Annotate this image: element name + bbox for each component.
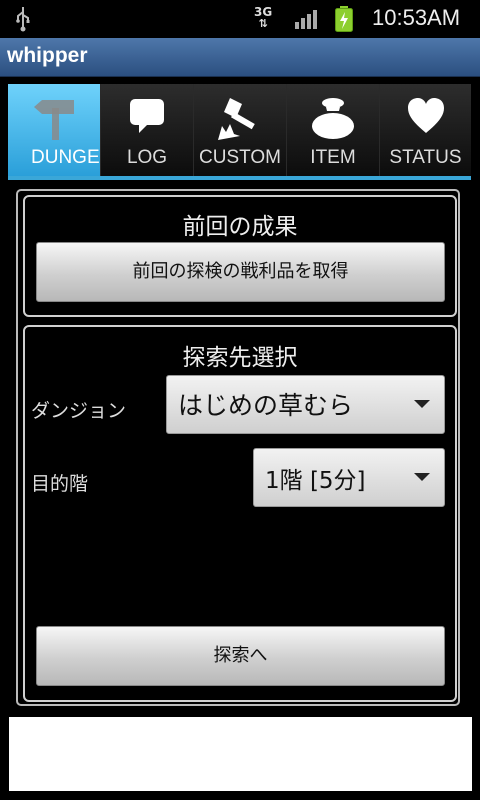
usb-icon bbox=[16, 7, 30, 32]
floor-select-value: 1階 [5分] bbox=[265, 468, 366, 494]
signpost-icon bbox=[34, 100, 74, 140]
battery-charging-icon bbox=[335, 6, 353, 32]
network-3g-icon: 3G ⇅ bbox=[254, 6, 272, 30]
dungeon-select-value: はじめの草むら bbox=[178, 391, 354, 420]
status-bar: 3G ⇅ 10:53AM bbox=[0, 0, 480, 38]
floor-label: 目的階 bbox=[31, 473, 89, 495]
tab-status[interactable]: STATUS bbox=[380, 84, 471, 176]
tab-label: STATUS bbox=[389, 147, 462, 168]
tab-label: LOG bbox=[126, 147, 168, 168]
ad-banner-area bbox=[9, 717, 472, 791]
dungeon-label: ダンジョン bbox=[31, 400, 127, 422]
chevron-down-icon bbox=[414, 400, 430, 408]
tab-log[interactable]: LOG bbox=[101, 84, 194, 176]
tab-label: ITEM bbox=[310, 147, 356, 168]
app-title: whipper bbox=[7, 44, 88, 67]
data-arrows-icon: ⇅ bbox=[258, 17, 268, 30]
dungeon-select[interactable]: はじめの草むら bbox=[166, 375, 445, 434]
tab-label: DUNGE bbox=[31, 147, 100, 168]
bag-icon bbox=[312, 98, 354, 139]
tab-dungeon[interactable]: DUNGE bbox=[8, 84, 101, 176]
floor-select[interactable]: 1階 [5分] bbox=[253, 448, 445, 507]
hammer-icon bbox=[218, 98, 255, 140]
explore-destination-title: 探索先選択 bbox=[182, 345, 298, 371]
get-previous-loot-button[interactable]: 前回の探検の戦利品を取得 bbox=[36, 242, 445, 302]
tab-item[interactable]: ITEM bbox=[287, 84, 380, 176]
explore-button[interactable]: 探索へ bbox=[36, 626, 445, 686]
chevron-down-icon bbox=[414, 473, 430, 481]
tab-custom[interactable]: CUSTOM bbox=[194, 84, 287, 176]
clock: 10:53AM bbox=[372, 5, 461, 30]
heart-icon bbox=[407, 98, 444, 133]
previous-result-panel: 前回の成果 前回の探検の戦利品を取得 bbox=[23, 195, 457, 317]
tab-bar: DUNGE LOG CUSTOM ITEM STATUS bbox=[8, 84, 471, 180]
explore-destination-panel: 探索先選択 ダンジョン はじめの草むら 目的階 1階 [5分] 探索へ bbox=[23, 325, 457, 702]
signal-icon bbox=[295, 10, 317, 29]
app-title-bar: whipper bbox=[0, 38, 480, 77]
previous-result-title: 前回の成果 bbox=[182, 214, 298, 240]
tab-label: CUSTOM bbox=[199, 147, 281, 168]
speech-bubble-icon bbox=[130, 99, 164, 133]
